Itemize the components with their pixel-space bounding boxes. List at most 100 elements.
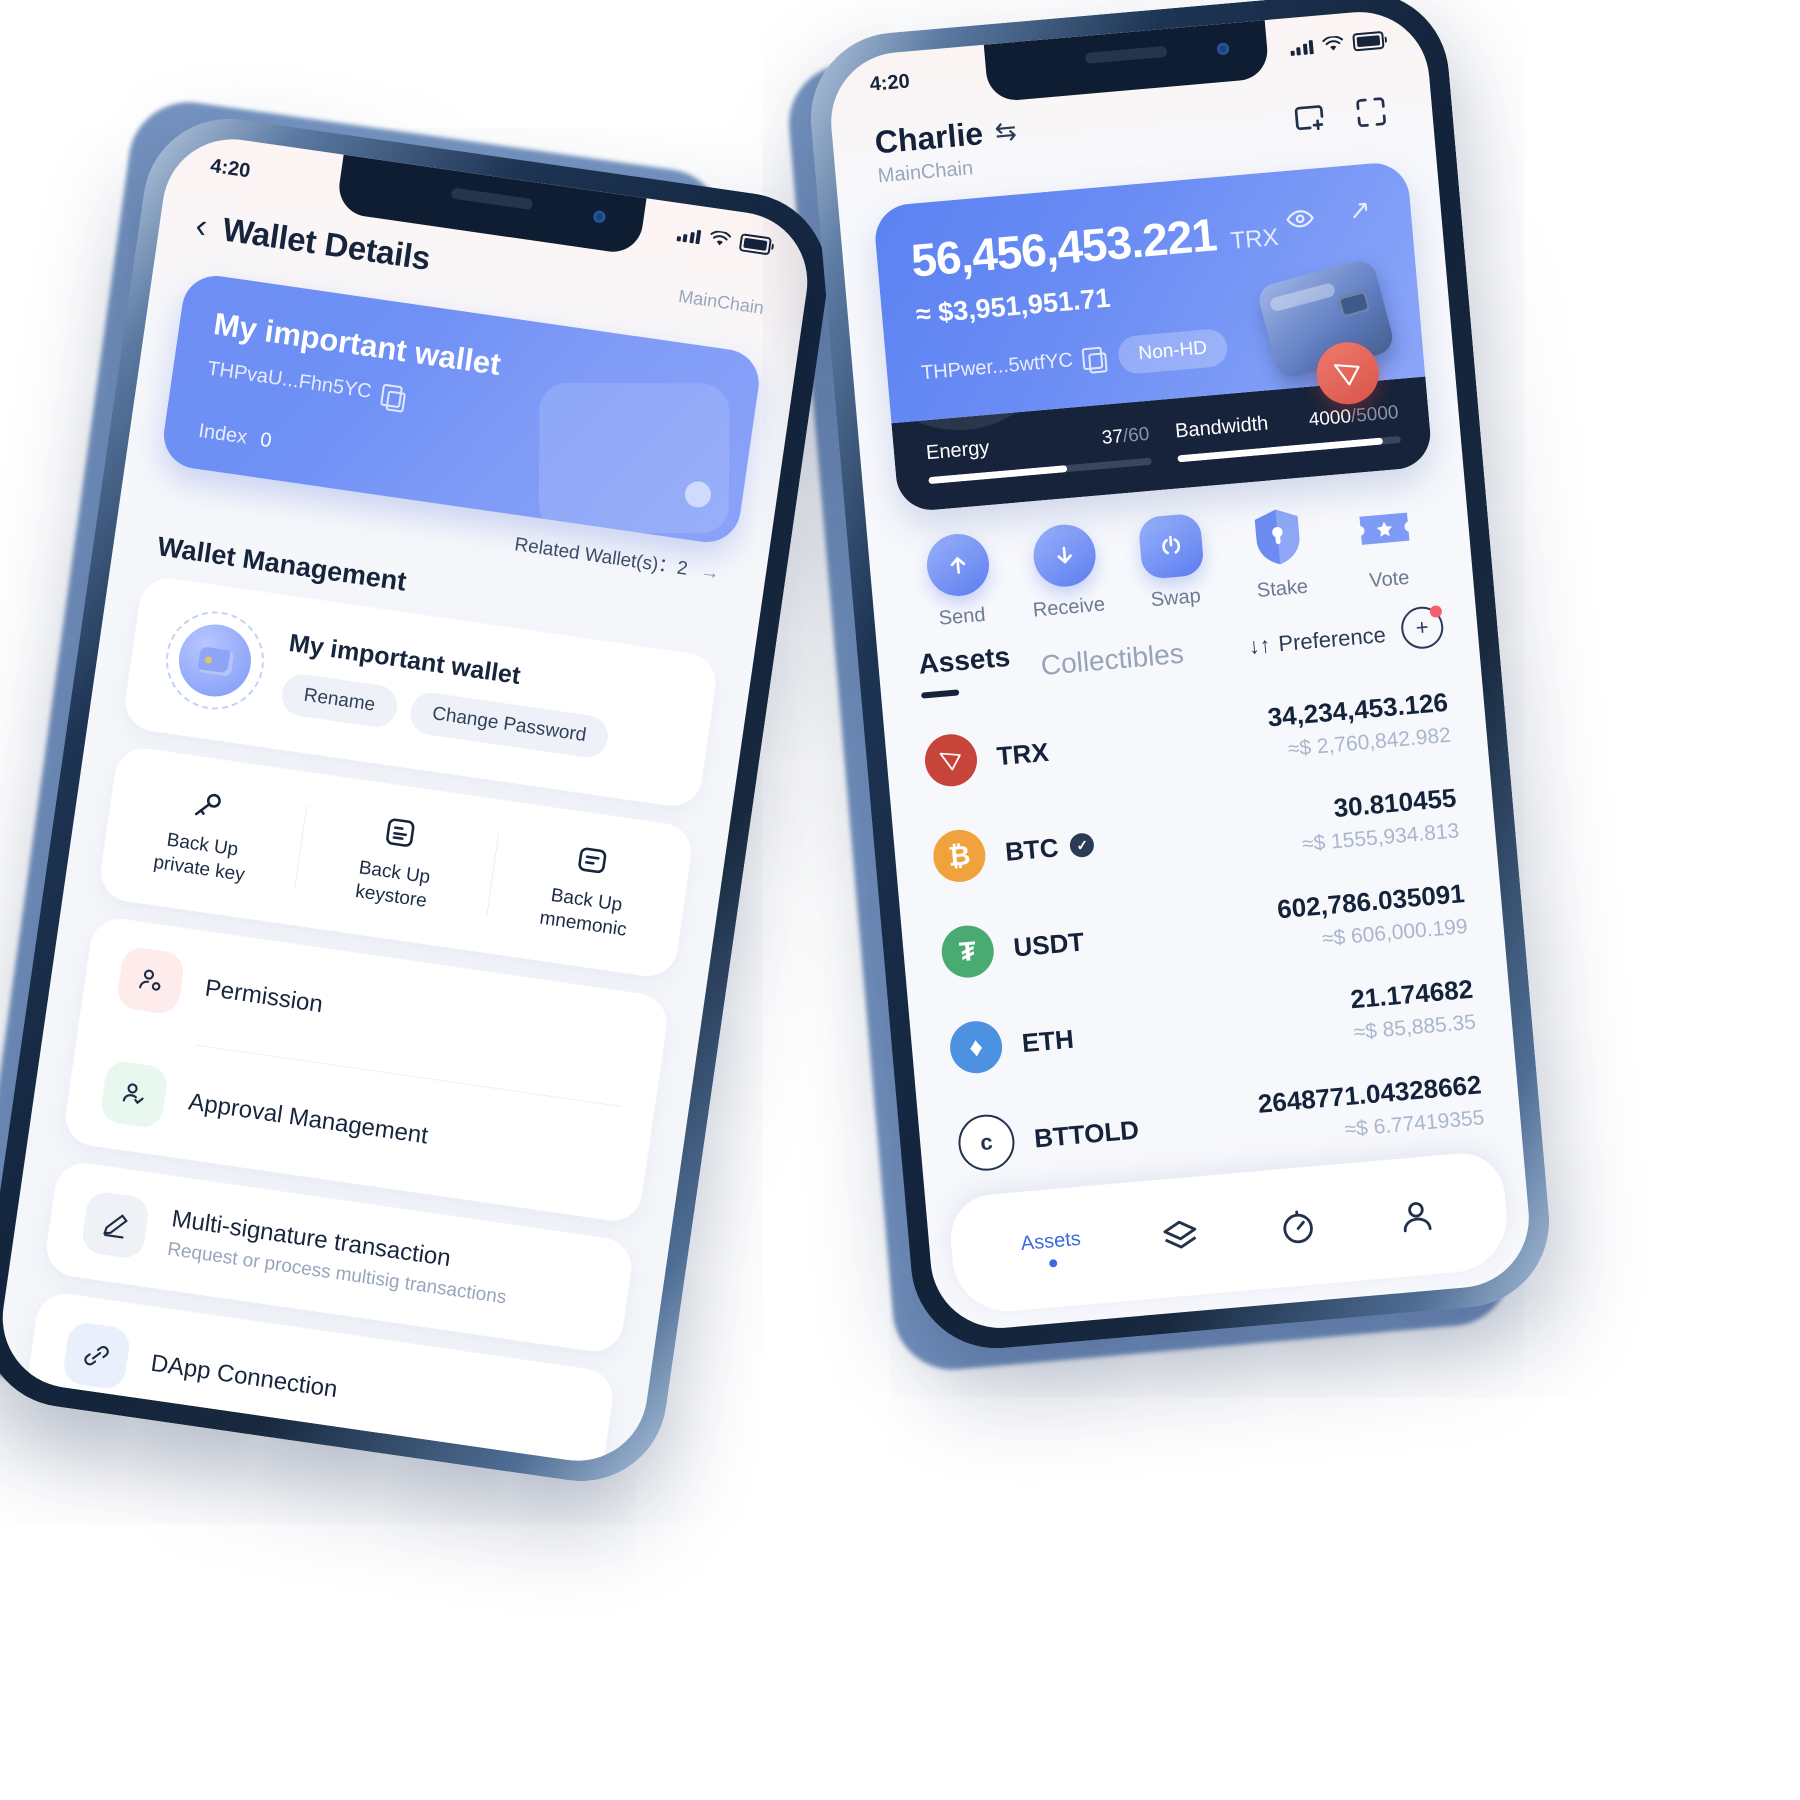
chain-label: MainChain [677,285,766,319]
signal-icon [1289,39,1314,56]
scan-qr-icon[interactable] [1351,91,1394,134]
resource-label: Bandwidth [1174,412,1270,443]
action-label: Swap [1149,584,1202,612]
eye-icon[interactable] [1284,203,1317,236]
menu-label: DApp Connection [149,1349,340,1403]
verified-badge-icon: ✓ [1069,832,1096,859]
wallet-illustration [538,382,730,534]
sort-arrows-icon: ↓↑ [1247,632,1272,659]
arrow-up-icon [924,531,992,599]
copy-icon[interactable] [1081,346,1104,371]
nav-item-profile[interactable] [1395,1195,1438,1238]
status-indicators [1289,30,1385,57]
menu-label: Approval Management [186,1087,430,1150]
backup-private-key-button[interactable]: Back Up private key [101,770,307,894]
asset-usd: ≈$ 85,885.35 [1352,1010,1477,1044]
asset-usd: ≈$ 1555,934.813 [1301,818,1461,856]
signal-icon [676,226,702,244]
arrow-up-right-icon[interactable]: ↗ [1347,194,1371,227]
wallet-address-block[interactable]: THPwer...5wtfYC [920,346,1104,385]
switch-account-icon[interactable]: ⇆ [994,115,1018,148]
status-badge: Non-HD [1117,327,1229,376]
layers-icon [1158,1215,1201,1258]
avatar [159,604,271,716]
add-wallet-icon[interactable] [1289,97,1332,140]
asset-symbol: BTC [1003,831,1060,867]
resource-total: /60 [1122,423,1151,448]
permission-user-icon [115,944,186,1016]
change-password-button[interactable]: Change Password [407,689,611,760]
add-token-icon[interactable]: + [1399,604,1445,651]
action-label: Receive [1031,593,1106,622]
resource-energy[interactable]: Energy 37/60 [925,423,1152,485]
multisig-text: Multi-signature transaction Request or p… [166,1205,513,1309]
profile-icon [1395,1195,1438,1238]
nav-item-layers[interactable] [1158,1215,1201,1258]
tron-logo-icon [922,732,980,789]
tab-assets[interactable]: Assets [917,641,1013,699]
resource-used: 4000 [1307,406,1352,431]
backup-keystore-button[interactable]: Back Up keystore [293,798,499,922]
index-value: 0 [258,428,273,453]
related-wallets-label: Related Wallet(s)：2 [513,534,689,580]
swap-icon [1137,512,1205,580]
action-receive[interactable]: Receive [1008,520,1123,624]
action-send[interactable]: Send [902,529,1017,633]
bittorrent-icon: c [956,1112,1017,1174]
wifi-icon [1322,35,1344,51]
phone-wallet-home: 4:20 Charlie ⇆ MainChain ↗ 56,456,453.22… [803,0,1557,1356]
copy-icon[interactable] [379,383,403,408]
wallet-identity-meta: My important wallet Rename Change Passwo… [279,629,617,760]
asset-amount: 21.174682 [1349,973,1475,1014]
phone-wallet-details: 4:20 ‹ Wallet Details MainChain My impor… [0,107,840,1493]
index-label: Index [196,419,249,449]
wallet-address: THPvaU...Fhn5YC [205,357,374,403]
active-dot [1048,1258,1058,1268]
header-icons [1288,80,1394,141]
shield-lock-icon [1244,503,1311,570]
tether-icon: ₮ [939,923,996,980]
balance-card[interactable]: ↗ 56,456,453.221 TRX ≈ $3,951,951.71 THP… [872,160,1434,513]
asset-symbol: TRX [995,736,1050,771]
resource-label: Energy [925,436,991,465]
nav-label: Assets [1019,1227,1082,1255]
asset-symbol: USDT [1012,925,1086,963]
screenshot-stage: 4:20 ‹ Wallet Details MainChain My impor… [0,0,1800,1800]
menu-label: Permission [203,974,325,1018]
resource-value: 37/60 [1101,424,1150,450]
nav-item-explore[interactable] [1277,1205,1320,1248]
preference-label: Preference [1277,621,1387,657]
pencil-icon [80,1189,151,1260]
action-vote[interactable]: Vote [1329,492,1444,596]
ethereum-icon: ♦ [947,1019,1005,1076]
resource-total: /5000 [1350,402,1400,428]
action-label: Stake [1256,575,1309,602]
backup-mnemonic-button[interactable]: Back Up mnemonic [485,826,691,950]
screen-wallet-home: 4:20 Charlie ⇆ MainChain ↗ 56,456,453.22… [825,6,1535,1334]
battery-icon [738,233,772,256]
account-name: Charlie [873,115,985,161]
action-stake[interactable]: Stake [1222,501,1337,605]
resource-value: 4000/5000 [1308,402,1399,432]
action-label: Vote [1368,566,1411,593]
asset-symbol: ETH [1020,1023,1075,1058]
preference-button[interactable]: ↓↑ Preference [1247,622,1386,660]
rename-button[interactable]: Rename [279,671,400,730]
explore-icon [1277,1205,1320,1248]
chevron-left-icon[interactable]: ‹ [193,206,210,245]
resource-bandwidth[interactable]: Bandwidth 4000/5000 [1174,401,1402,463]
balance-symbol: TRX [1229,223,1280,255]
status-time: 4:20 [208,154,252,182]
approval-user-check-icon [99,1058,170,1130]
wallet-address: THPwer...5wtfYC [920,348,1074,384]
account-block[interactable]: Charlie ⇆ MainChain [873,112,1020,188]
ticket-star-icon [1351,494,1418,561]
action-swap[interactable]: Swap [1115,511,1230,615]
battery-icon [1352,30,1385,52]
action-label: Send [937,603,987,630]
status-time: 4:20 [868,69,911,96]
nav-item-assets[interactable]: Assets [1020,1227,1083,1269]
bitcoin-icon: ₿ [931,827,988,885]
tab-label: Assets [917,640,1012,680]
wifi-icon [710,230,732,246]
